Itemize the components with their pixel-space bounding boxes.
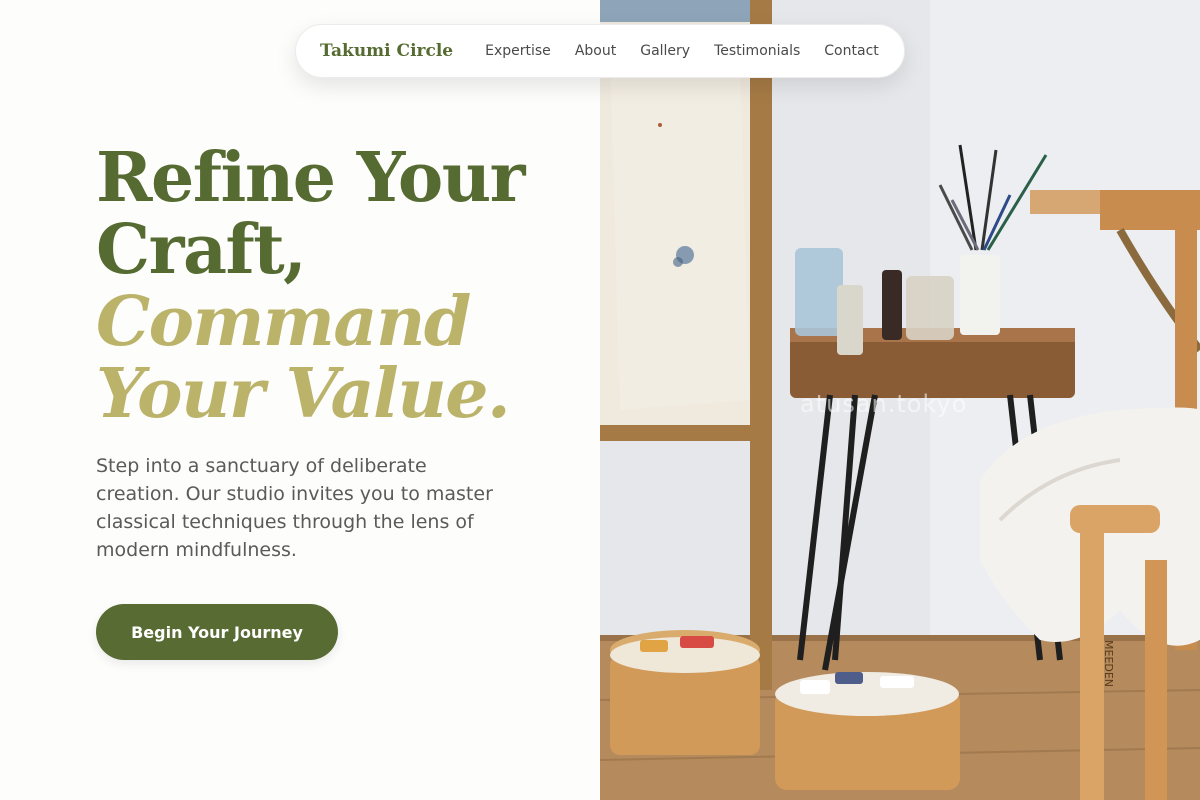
brand-logo-text[interactable]: Takumi Circle [320,41,453,61]
headline-line-2: Craft, [96,210,307,290]
headline-line-1: Refine Your [96,138,526,218]
hero-headline: Refine Your Craft, Command Your Value. [96,142,596,430]
nav-link-contact[interactable]: Contact [824,43,878,59]
hero-section: Refine Your Craft, Command Your Value. S… [0,0,600,800]
nav-links: Expertise About Gallery Testimonials Con… [485,43,879,59]
stool-lettering: MEEDEN [1102,640,1115,687]
headline-line-4: Your Value. [96,354,511,434]
nav-link-gallery[interactable]: Gallery [640,43,690,59]
nav-link-about[interactable]: About [575,43,616,59]
headline-line-3: Command [96,282,471,362]
nav-link-expertise[interactable]: Expertise [485,43,551,59]
hero-subcopy: Step into a sanctuary of deliberate crea… [96,455,493,561]
begin-journey-button[interactable]: Begin Your Journey [96,604,338,660]
nav-link-testimonials[interactable]: Testimonials [714,43,800,59]
top-navigation: Takumi Circle Expertise About Gallery Te… [295,24,905,78]
photo-watermark: atusan.tokyo [800,390,968,418]
